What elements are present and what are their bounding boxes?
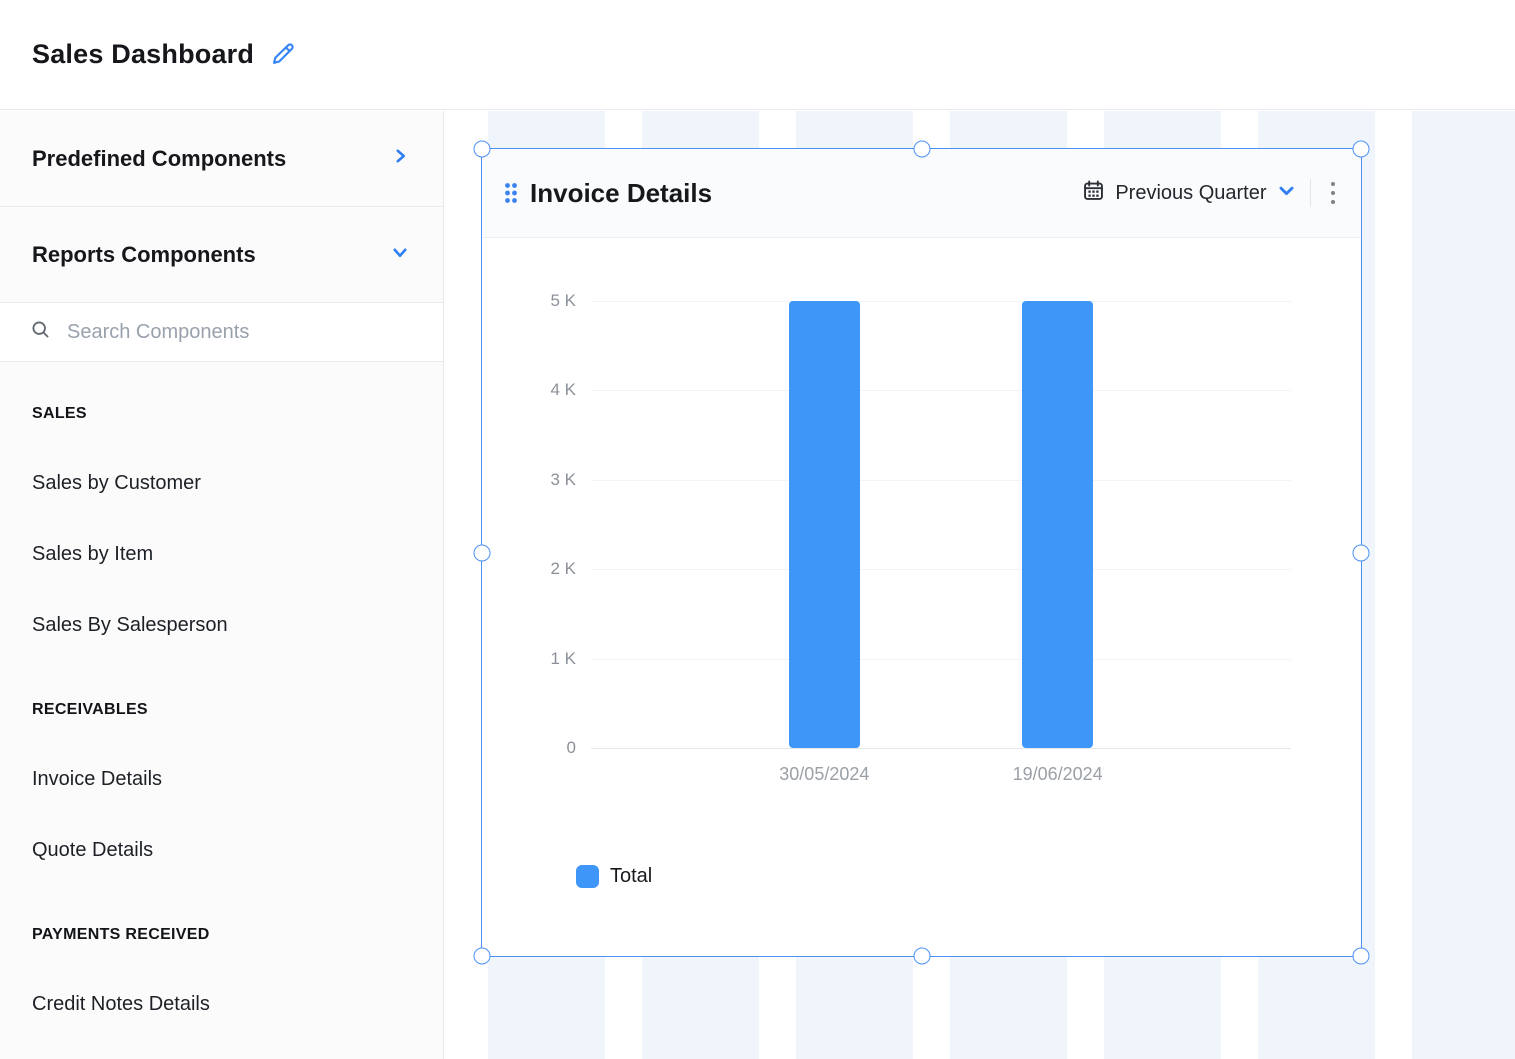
divider bbox=[1310, 179, 1311, 207]
x-axis-tick: 30/05/2024 bbox=[779, 764, 869, 785]
group-label: Predefined Components bbox=[32, 146, 286, 172]
gridline bbox=[591, 659, 1291, 660]
gridline bbox=[591, 480, 1291, 481]
edit-pencil-icon[interactable] bbox=[270, 41, 297, 68]
resize-handle[interactable] bbox=[913, 141, 930, 158]
search-icon bbox=[30, 319, 51, 345]
resize-handle[interactable] bbox=[474, 141, 491, 158]
y-axis-tick: 3 K bbox=[482, 470, 576, 490]
page-title: Sales Dashboard bbox=[32, 39, 254, 70]
y-axis-tick: 2 K bbox=[482, 559, 576, 579]
x-axis-tick: 19/06/2024 bbox=[1013, 764, 1103, 785]
widget-title: Invoice Details bbox=[530, 178, 712, 209]
resize-handle[interactable] bbox=[474, 544, 491, 561]
resize-handle[interactable] bbox=[474, 948, 491, 965]
search-components-input[interactable] bbox=[67, 321, 397, 344]
gridline bbox=[591, 301, 1291, 302]
chevron-down-icon bbox=[391, 243, 409, 266]
bar-30/05/2024[interactable] bbox=[789, 301, 860, 748]
section-header-receivables: RECEIVABLES bbox=[32, 686, 443, 734]
y-axis-tick: 1 K bbox=[482, 649, 576, 669]
sales-dashboard-app: Sales Dashboard Predefined Components Re… bbox=[0, 0, 1515, 1059]
resize-handle[interactable] bbox=[1353, 141, 1370, 158]
search-row bbox=[0, 303, 443, 362]
y-axis-tick: 4 K bbox=[482, 380, 576, 400]
kebab-menu-icon[interactable] bbox=[1327, 176, 1340, 211]
y-axis-tick: 0 bbox=[482, 738, 576, 758]
drag-handle-dots-icon[interactable] bbox=[504, 182, 518, 204]
sidebar-item-sales-by-salesperson[interactable]: Sales By Salesperson bbox=[32, 590, 443, 661]
sidebar-item-sales-by-item[interactable]: Sales by Item bbox=[32, 519, 443, 590]
gridline bbox=[591, 390, 1291, 391]
sidebar-item-credit-notes-details[interactable]: Credit Notes Details bbox=[32, 969, 443, 1040]
chevron-right-icon bbox=[391, 147, 409, 170]
bar-chart: 5 K 4 K 3 K 2 K 1 K 0 30/05/2024 19/06/2024 Tota… bbox=[482, 238, 1361, 956]
section-header-sales: SALES bbox=[32, 390, 443, 438]
date-range-dropdown[interactable]: Previous Quarter bbox=[1082, 179, 1295, 207]
chart-legend[interactable]: Total bbox=[576, 865, 652, 888]
sidebar-group-predefined-components[interactable]: Predefined Components bbox=[0, 111, 443, 207]
gridline bbox=[591, 748, 1291, 749]
legend-label: Total bbox=[610, 865, 652, 888]
date-range-value: Previous Quarter bbox=[1115, 182, 1266, 205]
sidebar-group-reports-components[interactable]: Reports Components bbox=[0, 207, 443, 303]
sidebar-item-sales-by-customer[interactable]: Sales by Customer bbox=[32, 448, 443, 519]
legend-swatch bbox=[576, 865, 599, 888]
gridline bbox=[591, 569, 1291, 570]
chevron-down-icon bbox=[1277, 181, 1296, 205]
bar-19/06/2024[interactable] bbox=[1022, 301, 1093, 748]
resize-handle[interactable] bbox=[1353, 948, 1370, 965]
resize-handle[interactable] bbox=[1353, 544, 1370, 561]
invoice-details-widget[interactable]: Invoice Details Previous Quarter bbox=[481, 148, 1362, 957]
group-label: Reports Components bbox=[32, 242, 256, 268]
components-list: SALES Sales by CustomerSales by ItemSales… bbox=[0, 362, 443, 1040]
widget-header: Invoice Details Previous Quarter bbox=[482, 149, 1361, 238]
components-sidebar: Predefined Components Reports Components… bbox=[0, 111, 444, 1059]
sidebar-item-invoice-details[interactable]: Invoice Details bbox=[32, 744, 443, 815]
sidebar-item-quote-details[interactable]: Quote Details bbox=[32, 815, 443, 886]
top-header: Sales Dashboard bbox=[0, 0, 1515, 110]
section-header-payments-received: PAYMENTS RECEIVED bbox=[32, 911, 443, 959]
y-axis-tick: 5 K bbox=[482, 291, 576, 311]
calendar-icon bbox=[1082, 179, 1105, 207]
resize-handle[interactable] bbox=[913, 948, 930, 965]
